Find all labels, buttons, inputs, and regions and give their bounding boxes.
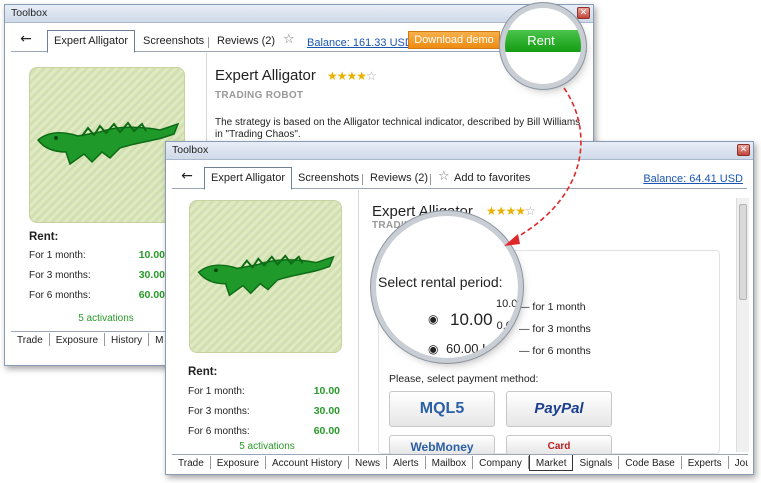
- bottom-tab-journal[interactable]: Journal: [729, 456, 748, 469]
- bottom-tab-company[interactable]: Company: [473, 456, 529, 469]
- back-bottom-tab[interactable]: History: [105, 333, 150, 346]
- front-rent-value-6: 60.00: [313, 425, 340, 437]
- bottom-tab-exposure[interactable]: Exposure: [211, 456, 267, 469]
- front-rent-label-1: For 1 month:: [188, 386, 245, 397]
- front-scrollbar-thumb[interactable]: [739, 204, 747, 300]
- pay-paypal-button[interactable]: PayPal: [506, 391, 612, 427]
- back-rent-value-1: 10.00: [138, 249, 165, 261]
- bottom-tab-mailbox[interactable]: Mailbox: [426, 456, 474, 469]
- front-rent-label-6: For 6 months:: [188, 426, 250, 437]
- front-scrollbar[interactable]: [736, 198, 749, 452]
- front-product-image: [189, 200, 342, 353]
- front-tab-reviews[interactable]: Reviews (2): [364, 169, 434, 189]
- payment-method-heading: Please, select payment method:: [389, 373, 539, 385]
- back-product-image: [29, 67, 185, 223]
- rental-option-1-radio-icon[interactable]: ◉: [428, 312, 438, 326]
- back-bottom-tabs: Trade Exposure History M: [11, 331, 171, 348]
- front-bottom-tabs: Trade Exposure Account History News Alerts Ma…: [172, 454, 748, 471]
- rental-option-6-radio-icon[interactable]: ◉: [428, 342, 438, 356]
- back-rent-value-6: 60.00: [138, 289, 165, 301]
- front-rent-label-3: For 3 months:: [188, 406, 250, 417]
- bottom-tab-market[interactable]: Market: [528, 455, 574, 471]
- rental-period-heading: Select rental period:: [378, 274, 503, 290]
- rental-zoom-amount: 10.00: [450, 310, 493, 329]
- back-activations-link[interactable]: 5 activations: [51, 313, 161, 324]
- back-rent-label-1: For 1 month:: [29, 250, 86, 261]
- back-bottom-tab[interactable]: Exposure: [50, 333, 106, 346]
- rental-option-3-period: — for 3 months: [519, 323, 591, 335]
- front-tab-overview[interactable]: Expert Alligator: [204, 167, 292, 190]
- front-rent-value-1: 10.00: [313, 385, 340, 397]
- front-window-titlebar: Toolbox ✕: [166, 142, 753, 160]
- back-bottom-tab[interactable]: Trade: [11, 333, 50, 346]
- front-alligator-logo-icon: [197, 254, 335, 297]
- back-rent-label-6: For 6 months:: [29, 290, 91, 301]
- pay-card-button[interactable]: Card: [506, 435, 612, 455]
- download-demo-button[interactable]: Download demo: [408, 31, 500, 49]
- bottom-tab-code-base[interactable]: Code Base: [619, 456, 682, 469]
- bottom-tab-trade[interactable]: Trade: [172, 456, 211, 469]
- back-rent-label-3: For 3 months:: [29, 270, 91, 281]
- front-tab-separator: [362, 174, 363, 185]
- rent-button-magnifier: Rent: [505, 8, 581, 84]
- front-window-title: Toolbox: [172, 144, 209, 156]
- bottom-tab-account-history[interactable]: Account History: [266, 456, 350, 469]
- back-rating-stars: ★★★★☆: [327, 69, 377, 83]
- back-tab-screenshots[interactable]: Screenshots: [137, 32, 210, 52]
- bottom-tab-news[interactable]: News: [349, 456, 388, 469]
- front-rent-value-3: 30.00: [313, 405, 340, 417]
- back-tab-overview[interactable]: Expert Alligator: [47, 30, 135, 53]
- back-product-title: Expert Alligator: [215, 67, 316, 84]
- front-tab-screenshots[interactable]: Screenshots: [292, 169, 365, 189]
- back-favorite-star-icon[interactable]: ☆: [283, 32, 295, 47]
- front-balance-link[interactable]: Balance: 64.41 USD: [643, 173, 743, 185]
- front-tab-separator: [430, 174, 431, 185]
- bottom-tab-alerts[interactable]: Alerts: [387, 456, 426, 469]
- rental-option-3-amount: 30.00 USD: [496, 320, 518, 332]
- rental-option-6-amount: 60.00 USD: [446, 341, 510, 356]
- bottom-tab-experts[interactable]: Experts: [682, 456, 729, 469]
- back-tab-separator: [208, 37, 209, 48]
- front-sidebar: Rent: For 1 month: 10.00 For 3 months: 3…: [172, 190, 359, 452]
- back-arrow-icon[interactable]: ←: [15, 32, 37, 48]
- front-close-icon[interactable]: ✕: [737, 144, 750, 156]
- rental-option-1-period: — for 1 month: [519, 301, 586, 313]
- back-rent-heading: Rent:: [29, 231, 59, 243]
- red-curved-arrow-icon: [504, 87, 582, 246]
- pay-mql5-button[interactable]: MQL5: [389, 391, 495, 427]
- back-close-icon[interactable]: ✕: [577, 7, 590, 19]
- front-rent-heading: Rent:: [188, 366, 218, 378]
- rental-option-6-period: — for 6 months: [519, 345, 591, 357]
- rent-button[interactable]: Rent: [505, 30, 581, 52]
- back-balance-link[interactable]: Balance: 161.33 USD: [307, 37, 413, 49]
- front-tabs-bar: ← Expert Alligator Screenshots Reviews (…: [172, 165, 747, 190]
- back-tabs-bar: ← Expert Alligator Screenshots Reviews (…: [11, 28, 587, 53]
- back-alligator-logo-icon: [36, 121, 180, 166]
- back-product-category: TRADING ROBOT: [215, 90, 304, 101]
- rental-option-1-amount: 10.00 USD: [496, 298, 518, 310]
- back-rent-value-3: 30.00: [138, 269, 165, 281]
- back-window-title: Toolbox: [11, 7, 48, 19]
- rental-period-magnifier: Select rental period: ◉ 10.00 10.00 USD …: [376, 216, 518, 358]
- pay-webmoney-button[interactable]: WebMoney: [389, 435, 495, 455]
- front-activations-link[interactable]: 5 activations: [212, 441, 322, 452]
- back-tab-reviews[interactable]: Reviews (2): [211, 32, 281, 52]
- back-window-titlebar: Toolbox ✕: [5, 5, 593, 23]
- front-back-arrow-icon[interactable]: ←: [176, 169, 198, 185]
- bottom-tab-signals[interactable]: Signals: [573, 456, 620, 469]
